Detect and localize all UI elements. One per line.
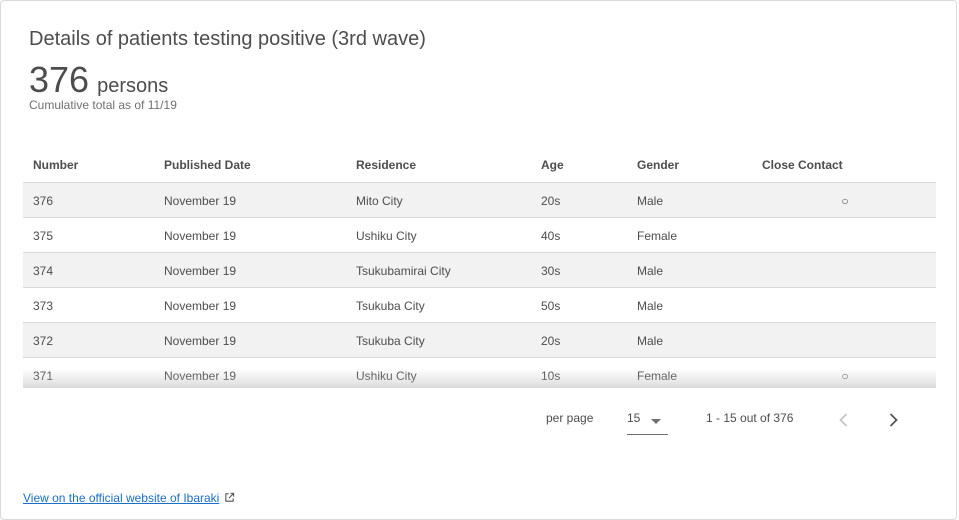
table-header: Number Published Date Residence Age Gend… — [23, 148, 936, 183]
cell-gender: Male — [637, 264, 664, 278]
total-count-number: 376 — [29, 59, 90, 100]
table-row: 372 November 19 Tsukuba City 20s Male — [23, 323, 936, 358]
total-count: 376 persons — [29, 59, 168, 101]
cell-residence: Mito City — [356, 194, 403, 208]
column-header-number[interactable]: Number — [33, 158, 78, 172]
table-row: 374 November 19 Tsukubamirai City 30s Ma… — [23, 253, 936, 288]
table-pagination: per page 15 1 - 15 out of 376 — [0, 400, 959, 440]
cumulative-note: Cumulative total as of 11/19 — [29, 98, 177, 112]
chevron-left-icon — [839, 413, 848, 427]
cell-residence: Tsukuba City — [356, 299, 425, 313]
cell-published-date: November 19 — [164, 194, 237, 208]
cell-published-date: November 19 — [164, 334, 237, 348]
cell-residence: Tsukuba City — [356, 334, 425, 348]
cell-published-date: November 19 — [164, 229, 237, 243]
cell-close-contact: ○ — [841, 194, 849, 208]
cell-close-contact: ○ — [841, 369, 849, 383]
cell-gender: Male — [637, 334, 664, 348]
next-page-button[interactable] — [881, 408, 905, 432]
cell-number: 372 — [33, 334, 54, 348]
cell-age: 40s — [541, 229, 561, 243]
cell-gender: Female — [637, 369, 678, 383]
column-header-gender[interactable]: Gender — [637, 158, 679, 172]
cell-age: 30s — [541, 264, 561, 278]
column-header-age[interactable]: Age — [541, 158, 564, 172]
column-header-residence[interactable]: Residence — [356, 158, 416, 172]
table-row: 373 November 19 Tsukuba City 50s Male — [23, 288, 936, 323]
cell-residence: Ushiku City — [356, 229, 417, 243]
cell-number: 371 — [33, 369, 54, 383]
card-title: Details of patients testing positive (3r… — [29, 28, 426, 50]
cell-gender: Male — [637, 194, 664, 208]
table-row: 375 November 19 Ushiku City 40s Female — [23, 218, 936, 253]
cell-residence: Tsukubamirai City — [356, 264, 451, 278]
chevron-right-icon — [889, 413, 898, 427]
cell-number: 376 — [33, 194, 54, 208]
cell-gender: Male — [637, 299, 664, 313]
column-header-published-date[interactable]: Published Date — [164, 158, 251, 172]
table-row: 371 November 19 Ushiku City 10s Female ○ — [23, 358, 936, 387]
official-website-link[interactable]: View on the official website of Ibaraki — [23, 491, 235, 506]
cell-number: 373 — [33, 299, 54, 313]
pagination-range: 1 - 15 out of 376 — [706, 411, 794, 425]
cell-gender: Female — [637, 229, 678, 243]
column-header-close-contact[interactable]: Close Contact — [762, 158, 843, 172]
cell-published-date: November 19 — [164, 369, 237, 383]
cell-residence: Ushiku City — [356, 369, 417, 383]
patients-table: Number Published Date Residence Age Gend… — [23, 148, 936, 387]
per-page-value: 15 — [627, 411, 641, 425]
cell-number: 374 — [33, 264, 54, 278]
cell-published-date: November 19 — [164, 299, 237, 313]
cell-age: 10s — [541, 369, 561, 383]
table-row: 376 November 19 Mito City 20s Male ○ — [23, 183, 936, 218]
dropdown-caret-icon — [651, 419, 661, 424]
prev-page-button[interactable] — [832, 408, 856, 432]
cell-age: 20s — [541, 194, 561, 208]
external-link-icon — [224, 492, 235, 506]
cell-published-date: November 19 — [164, 264, 237, 278]
per-page-label: per page — [546, 411, 594, 425]
per-page-select[interactable]: 15 — [627, 406, 668, 435]
cell-age: 50s — [541, 299, 561, 313]
cell-age: 20s — [541, 334, 561, 348]
official-website-link-text: View on the official website of Ibaraki — [23, 491, 220, 505]
total-count-unit: persons — [97, 75, 169, 97]
cell-number: 375 — [33, 229, 54, 243]
